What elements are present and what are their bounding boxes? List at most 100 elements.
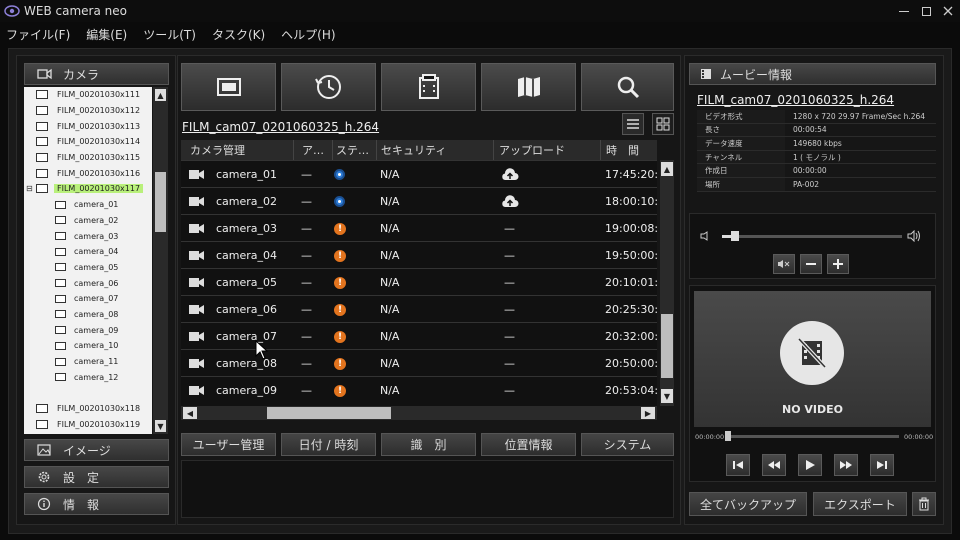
tree-scroll-up-icon[interactable]: ▲ (155, 89, 166, 101)
tree-item-camera[interactable]: camera_10 (24, 338, 152, 354)
row-upload: — (504, 249, 515, 262)
tree-item-folder[interactable]: FILM_00201030x113 (24, 118, 152, 134)
row-camera-icon (189, 350, 205, 377)
col-header-time[interactable]: 時 間 (601, 140, 657, 160)
table-row[interactable]: camera_03 —! N/A — 19:00:08:0 (181, 214, 657, 241)
play-button[interactable] (798, 454, 822, 476)
tree-item-folder[interactable]: FILM_00201030x114 (24, 134, 152, 150)
row-upload: — (504, 276, 515, 289)
tab-date-time[interactable]: 日付 / 時刻 (281, 433, 376, 456)
volume-up-button[interactable] (827, 254, 849, 274)
tab-location[interactable]: 位置情報 (481, 433, 576, 456)
tab-map[interactable] (481, 63, 576, 111)
volume-track[interactable] (722, 235, 902, 238)
table-row[interactable]: camera_07—!N/A—20:32:00:0 (181, 322, 657, 349)
tree-item-camera[interactable]: camera_02 (24, 213, 152, 229)
table-row[interactable]: camera_08—!N/A—20:50:00:0 (181, 349, 657, 376)
tree-item-camera[interactable]: camera_03 (24, 228, 152, 244)
table-scroll-down-icon[interactable]: ▼ (661, 389, 673, 403)
tree-scroll-down-icon[interactable]: ▼ (155, 420, 166, 432)
rewind-button[interactable] (762, 454, 786, 476)
col-header-security[interactable]: セキュリティ (377, 140, 494, 160)
table-hscroll[interactable]: ◀ ▶ (181, 406, 657, 420)
tree-item-camera[interactable]: camera_05 (24, 260, 152, 276)
tab-film[interactable] (381, 63, 476, 111)
menu-help[interactable]: ヘルプ(H) (281, 26, 335, 43)
col-header-status[interactable]: ステ… (333, 140, 377, 160)
search-icon (617, 76, 639, 99)
skip-start-icon (733, 461, 743, 469)
tab-user-management[interactable]: ユーザー管理 (181, 433, 276, 456)
tab-history[interactable] (281, 63, 376, 111)
image-section-button[interactable]: イメージ (24, 439, 169, 461)
table-row[interactable]: camera_04 —! N/A — 19:50:00:0 (181, 241, 657, 268)
table-scroll-left-icon[interactable]: ◀ (183, 407, 197, 419)
fast-forward-button[interactable] (834, 454, 858, 476)
menu-file[interactable]: ファイル(F) (6, 26, 70, 43)
tab-monitor[interactable] (181, 63, 276, 111)
seek-thumb[interactable] (725, 431, 731, 441)
list-view-button[interactable] (622, 113, 644, 135)
tree-item-folder[interactable]: FILM_00201030x111 (24, 87, 152, 103)
tree-item-camera[interactable]: camera_11 (24, 354, 152, 370)
tree-scroll-thumb[interactable] (155, 172, 166, 232)
tree-item-folder[interactable]: FILM_00201030x116 (24, 165, 152, 181)
table-row[interactable]: camera_06 —! N/A — 20:25:30:0 (181, 295, 657, 322)
tree-item-camera[interactable]: camera_06 (24, 275, 152, 291)
menu-task[interactable]: タスク(K) (212, 26, 265, 43)
movie-info-key: ビデオ形式 (697, 110, 785, 123)
grid-view-button[interactable] (652, 113, 674, 135)
table-row[interactable]: camera_09 —! N/A — 20:53:04:0 (181, 376, 657, 403)
tree-item-folder[interactable]: FILM_00201030x119 (24, 416, 152, 432)
skip-end-button[interactable] (870, 454, 894, 476)
table-row[interactable]: camera_02 — N/A 18:00:10:0 (181, 187, 657, 214)
tree-item-folder[interactable]: FILM_00201030x112 (24, 103, 152, 119)
cloud-upload-icon[interactable] (501, 161, 519, 188)
info-section-button[interactable]: 情 報 (24, 493, 169, 515)
volume-down-button[interactable] (800, 254, 822, 274)
tree-item-camera[interactable]: camera_01 (24, 197, 152, 213)
tree-item-camera[interactable]: camera_09 (24, 322, 152, 338)
playback-time-end: 00:00:00 (904, 433, 934, 441)
close-button[interactable] (934, 0, 960, 22)
tree-item-camera[interactable]: camera_08 (24, 307, 152, 323)
menu-edit[interactable]: 編集(E) (86, 26, 127, 43)
tab-identify[interactable]: 識 別 (381, 433, 476, 456)
menu-tools[interactable]: ツール(T) (143, 26, 196, 43)
seek-track[interactable] (725, 435, 899, 438)
row-camera-name: camera_05 (216, 276, 278, 289)
skip-start-button[interactable] (726, 454, 750, 476)
movie-info-row: 場所 PA-002 (697, 177, 936, 192)
table-row[interactable]: camera_05 —! N/A — 20:10:01:0 (181, 268, 657, 295)
cloud-upload-icon[interactable] (501, 188, 519, 215)
backup-all-button[interactable]: 全てバックアップ (689, 492, 807, 516)
tree-item-camera[interactable]: camera_07 (24, 291, 152, 307)
tree-item-label: camera_02 (74, 215, 119, 225)
delete-button[interactable] (912, 492, 936, 516)
tree-item-folder[interactable]: FILM_00201030x115 (24, 150, 152, 166)
export-button[interactable]: エクスポート (813, 492, 907, 516)
table-hscroll-thumb[interactable] (267, 407, 391, 419)
tree-expander-icon[interactable]: ⊟ (26, 184, 36, 193)
tree-item-camera[interactable]: camera_04 (24, 244, 152, 260)
settings-section-button[interactable]: 設 定 (24, 466, 169, 488)
tree-scrollbar[interactable]: ▲ ▼ (153, 87, 168, 434)
volume-thumb[interactable] (730, 231, 739, 241)
tab-system[interactable]: システム (581, 433, 674, 456)
mute-button[interactable] (773, 254, 795, 274)
table-vscroll[interactable]: ▲ ▼ (660, 160, 674, 406)
col-header-camera[interactable]: カメラ管理 (181, 140, 294, 160)
table-row[interactable]: camera_01 — N/A 17:45:20:0 (181, 160, 657, 187)
no-video-badge (780, 321, 844, 385)
tree-item-camera[interactable]: camera_12 (24, 369, 152, 385)
movie-info-key: 作成日 (697, 164, 785, 177)
tree-item-folder[interactable]: FILM_00201030x118 (24, 401, 152, 417)
tab-search[interactable] (581, 63, 674, 111)
table-scroll-up-icon[interactable]: ▲ (661, 162, 673, 176)
tree-item-folder[interactable]: ⊟ FILM_00201030x117 (24, 181, 152, 197)
table-scroll-right-icon[interactable]: ▶ (641, 407, 655, 419)
camera-section-button[interactable]: カメラ (24, 63, 169, 85)
col-header-upload[interactable]: アップロード (494, 140, 601, 160)
table-vscroll-thumb[interactable] (661, 314, 673, 378)
col-header-a[interactable]: ア… (294, 140, 333, 160)
